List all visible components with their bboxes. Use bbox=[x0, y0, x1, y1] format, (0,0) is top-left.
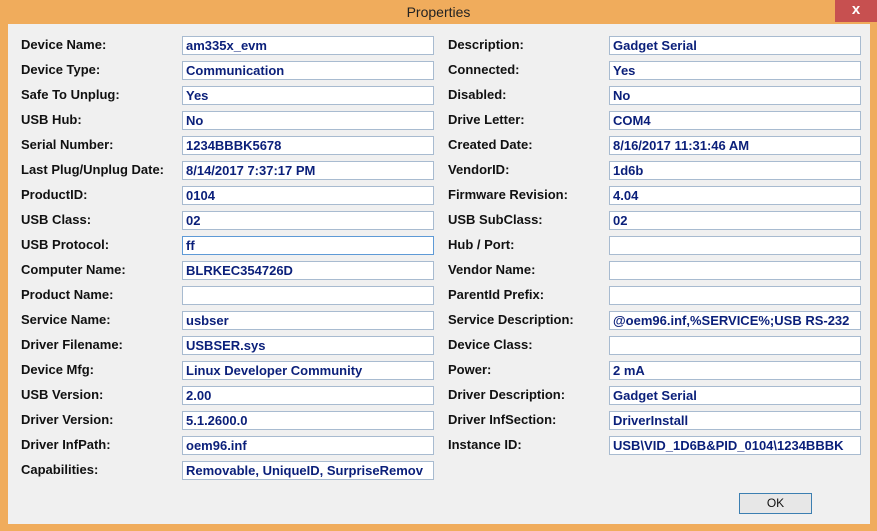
field-description[interactable]: Gadget Serial bbox=[609, 36, 861, 55]
label-description: Description: bbox=[448, 37, 524, 52]
label-instance-id: Instance ID: bbox=[448, 437, 522, 452]
field-device-type[interactable]: Communication bbox=[182, 61, 434, 80]
field-usb-subclass[interactable]: 02 bbox=[609, 211, 861, 230]
field-hub-port[interactable] bbox=[609, 236, 861, 255]
field-driver-infsection[interactable]: DriverInstall bbox=[609, 411, 861, 430]
label-serial-number: Serial Number: bbox=[21, 137, 114, 152]
label-driver-description: Driver Description: bbox=[448, 387, 566, 402]
label-driver-infsection: Driver InfSection: bbox=[448, 412, 557, 427]
label-service-name: Service Name: bbox=[21, 312, 111, 327]
label-created-date: Created Date: bbox=[448, 137, 533, 152]
label-capabilities: Capabilities: bbox=[21, 462, 99, 477]
label-usb-class: USB Class: bbox=[21, 212, 92, 227]
label-power: Power: bbox=[448, 362, 492, 377]
field-driver-infpath[interactable]: oem96.inf bbox=[182, 436, 434, 455]
field-capabilities[interactable]: Removable, UniqueID, SurpriseRemov bbox=[182, 461, 434, 480]
window-title: Properties bbox=[406, 4, 471, 20]
field-safe-to-unplug[interactable]: Yes bbox=[182, 86, 434, 105]
title-bar[interactable]: Properties x bbox=[0, 0, 877, 24]
field-last-plug-unplug-date[interactable]: 8/14/2017 7:37:17 PM bbox=[182, 161, 434, 180]
label-product-name: Product Name: bbox=[21, 287, 114, 302]
label-vendor-name: Vendor Name: bbox=[448, 262, 536, 277]
label-service-description: Service Description: bbox=[448, 312, 574, 327]
label-driver-infpath: Driver InfPath: bbox=[21, 437, 111, 452]
field-serial-number[interactable]: 1234BBBK5678 bbox=[182, 136, 434, 155]
field-device-mfg[interactable]: Linux Developer Community bbox=[182, 361, 434, 380]
field-usb-protocol[interactable]: ff bbox=[182, 236, 434, 255]
close-button[interactable]: x bbox=[835, 0, 877, 22]
label-usb-hub: USB Hub: bbox=[21, 112, 82, 127]
label-disabled: Disabled: bbox=[448, 87, 507, 102]
field-connected[interactable]: Yes bbox=[609, 61, 861, 80]
field-driver-version[interactable]: 5.1.2600.0 bbox=[182, 411, 434, 430]
label-parentid-prefix: ParentId Prefix: bbox=[448, 287, 545, 302]
field-service-name[interactable]: usbser bbox=[182, 311, 434, 330]
field-power[interactable]: 2 mA bbox=[609, 361, 861, 380]
label-last-plug-unplug-date: Last Plug/Unplug Date: bbox=[21, 162, 164, 177]
field-computer-name[interactable]: BLRKEC354726D bbox=[182, 261, 434, 280]
field-parentid-prefix[interactable] bbox=[609, 286, 861, 305]
label-driver-filename: Driver Filename: bbox=[21, 337, 123, 352]
ok-button[interactable]: OK bbox=[739, 493, 812, 514]
field-device-class[interactable] bbox=[609, 336, 861, 355]
field-vendorid[interactable]: 1d6b bbox=[609, 161, 861, 180]
close-icon: x bbox=[851, 1, 861, 18]
label-drive-letter: Drive Letter: bbox=[448, 112, 525, 127]
label-device-class: Device Class: bbox=[448, 337, 533, 352]
field-usb-hub[interactable]: No bbox=[182, 111, 434, 130]
label-connected: Connected: bbox=[448, 62, 520, 77]
field-productid[interactable]: 0104 bbox=[182, 186, 434, 205]
label-usb-protocol: USB Protocol: bbox=[21, 237, 110, 252]
label-driver-version: Driver Version: bbox=[21, 412, 114, 427]
field-driver-description[interactable]: Gadget Serial bbox=[609, 386, 861, 405]
field-device-name[interactable]: am335x_evm bbox=[182, 36, 434, 55]
field-created-date[interactable]: 8/16/2017 11:31:46 AM bbox=[609, 136, 861, 155]
field-usb-version[interactable]: 2.00 bbox=[182, 386, 434, 405]
field-driver-filename[interactable]: USBSER.sys bbox=[182, 336, 434, 355]
field-drive-letter[interactable]: COM4 bbox=[609, 111, 861, 130]
label-usb-subclass: USB SubClass: bbox=[448, 212, 543, 227]
label-firmware-revision: Firmware Revision: bbox=[448, 187, 568, 202]
label-vendorid: VendorID: bbox=[448, 162, 510, 177]
label-usb-version: USB Version: bbox=[21, 387, 104, 402]
properties-panel: OK Device Name: am335x_evm Device Type: Com… bbox=[8, 24, 870, 524]
label-safe-to-unplug: Safe To Unplug: bbox=[21, 87, 120, 102]
field-service-description[interactable]: @oem96.inf,%SERVICE%;USB RS-232 bbox=[609, 311, 861, 330]
label-productid: ProductID: bbox=[21, 187, 88, 202]
field-product-name[interactable] bbox=[182, 286, 434, 305]
label-device-name: Device Name: bbox=[21, 37, 107, 52]
field-firmware-revision[interactable]: 4.04 bbox=[609, 186, 861, 205]
field-instance-id[interactable]: USB\VID_1D6B&PID_0104\1234BBBK bbox=[609, 436, 861, 455]
field-vendor-name[interactable] bbox=[609, 261, 861, 280]
field-usb-class[interactable]: 02 bbox=[182, 211, 434, 230]
label-computer-name: Computer Name: bbox=[21, 262, 126, 277]
field-disabled[interactable]: No bbox=[609, 86, 861, 105]
label-hub-port: Hub / Port: bbox=[448, 237, 515, 252]
label-device-type: Device Type: bbox=[21, 62, 101, 77]
label-device-mfg: Device Mfg: bbox=[21, 362, 94, 377]
